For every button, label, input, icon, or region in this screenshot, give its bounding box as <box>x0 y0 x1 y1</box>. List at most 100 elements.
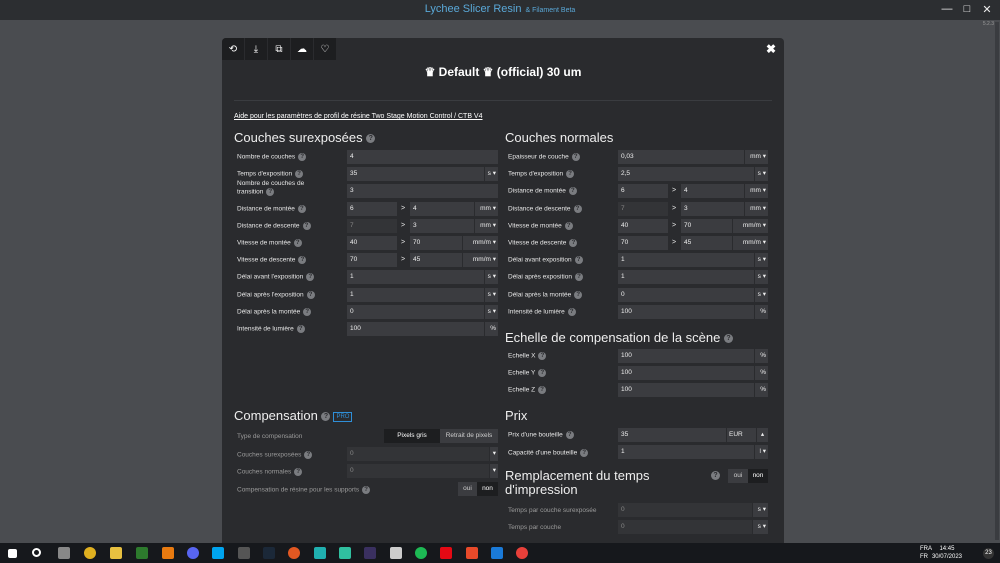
help-icon[interactable]: ? <box>296 325 305 333</box>
unit-select[interactable]: mm ▾ <box>744 150 768 164</box>
field-input[interactable]: 100 <box>618 349 754 363</box>
minimize-button[interactable]: — <box>940 3 954 15</box>
unit-select[interactable]: % <box>754 366 768 381</box>
field-input[interactable]: 2,5 <box>618 167 754 182</box>
help-icon[interactable]: ? <box>568 187 577 196</box>
comp-over-stepper[interactable]: ▾ <box>489 447 498 461</box>
field-input[interactable]: 4 <box>347 150 498 164</box>
help-icon[interactable]: ? <box>711 471 720 480</box>
windows-start-icon[interactable] <box>8 549 17 558</box>
replace-normal-unit[interactable]: s ▾ <box>752 520 768 534</box>
replace-no[interactable]: non <box>748 469 768 483</box>
help-icon[interactable]: ? <box>306 273 315 282</box>
help-icon[interactable]: ? <box>574 273 583 282</box>
unit-select[interactable]: s ▾ <box>484 304 498 319</box>
retrait-pixels-option[interactable]: Retrait de pixels <box>440 429 498 443</box>
maximize-button[interactable]: □ <box>960 3 974 15</box>
unit-select[interactable]: mm/m ▾ <box>732 218 768 233</box>
field-input[interactable]: 40 <box>618 218 668 233</box>
help-icon[interactable]: ? <box>298 256 307 265</box>
field-input[interactable]: 100 <box>618 366 754 381</box>
unit-select[interactable]: s ▾ <box>754 253 768 268</box>
help-icon[interactable]: ? <box>567 307 576 316</box>
field-input[interactable]: 3 <box>347 184 498 199</box>
task-view-icon[interactable] <box>58 547 70 559</box>
notification-badge[interactable]: 23 <box>983 548 994 559</box>
help-icon[interactable]: ? <box>293 239 302 247</box>
field-input[interactable]: 0,03 <box>618 150 744 164</box>
field-input[interactable]: 6 <box>618 184 668 199</box>
help-icon[interactable]: ? <box>366 134 376 144</box>
field-input[interactable]: 1 <box>618 253 754 268</box>
field-input[interactable]: 1 <box>618 270 754 285</box>
unit-select[interactable]: s ▾ <box>484 270 498 285</box>
field-input[interactable]: 7 <box>347 218 397 233</box>
field-input[interactable]: 40 <box>347 236 397 250</box>
download-icon[interactable]: ⤓ <box>245 38 268 60</box>
help-icon[interactable]: ? <box>306 290 315 299</box>
capacity-unit-select[interactable]: l ▾ <box>754 445 768 459</box>
help-icon[interactable]: ? <box>538 352 547 360</box>
help-icon[interactable]: ? <box>574 256 583 265</box>
field-input[interactable]: 0 <box>618 287 754 302</box>
field-input[interactable]: 0 <box>347 304 484 319</box>
help-icon[interactable]: ? <box>571 153 580 161</box>
help-icon[interactable]: ? <box>298 153 307 161</box>
clock[interactable]: 14:45 30/07/2023 <box>932 545 962 561</box>
search-icon[interactable] <box>32 548 41 557</box>
unit-select[interactable]: s ▾ <box>754 270 768 285</box>
help-icon[interactable]: ? <box>321 412 331 422</box>
comp-normal-input[interactable]: 0 <box>347 464 489 478</box>
bottle-price-input[interactable]: 35 <box>618 428 726 442</box>
unit-select[interactable]: s ▾ <box>484 167 498 182</box>
help-link[interactable]: Aide pour les paramètres de profil de ré… <box>234 113 483 120</box>
field-input[interactable]: 70 <box>347 253 397 268</box>
heart-icon[interactable]: ♡ <box>314 38 337 60</box>
field-input-second[interactable]: 4 <box>681 184 744 199</box>
app-teal-icon[interactable] <box>314 547 326 559</box>
field-input[interactable]: 7 <box>618 201 668 216</box>
unit-select[interactable]: mm/m ▾ <box>732 236 768 250</box>
netflix-icon[interactable] <box>440 547 452 559</box>
field-input[interactable]: 100 <box>618 383 754 398</box>
unit-select[interactable]: s ▾ <box>754 287 768 302</box>
replace-over-input[interactable]: 0 <box>618 503 752 517</box>
app-c-icon[interactable] <box>212 547 224 559</box>
replace-normal-input[interactable]: 0 <box>618 520 752 534</box>
help-icon[interactable]: ? <box>564 221 573 230</box>
app-green-icon[interactable] <box>339 547 351 559</box>
help-icon[interactable]: ? <box>538 386 547 395</box>
help-icon[interactable]: ? <box>302 221 311 230</box>
app-flame-icon[interactable] <box>288 547 300 559</box>
help-icon[interactable]: ? <box>573 204 582 213</box>
close-window-button[interactable]: ✕ <box>980 3 994 16</box>
field-input[interactable]: 1 <box>347 270 484 285</box>
unit-select[interactable]: % <box>754 304 768 319</box>
unit-select[interactable]: s ▾ <box>754 167 768 182</box>
field-input-second[interactable]: 3 <box>681 201 744 216</box>
help-icon[interactable]: ? <box>266 188 275 197</box>
currency-dropdown[interactable]: ▴ <box>756 428 768 442</box>
app-purple-icon[interactable] <box>364 547 376 559</box>
close-dialog-button[interactable]: ✖ <box>766 42 776 56</box>
lychee-icon[interactable] <box>516 547 528 559</box>
field-input[interactable]: 6 <box>347 201 397 216</box>
comp-over-input[interactable]: 0 <box>347 447 489 461</box>
unit-select[interactable]: mm ▾ <box>744 184 768 199</box>
unit-select[interactable]: % <box>754 383 768 398</box>
field-input[interactable]: 1 <box>347 287 484 302</box>
scrollbar[interactable] <box>995 22 999 540</box>
app-blue-icon[interactable] <box>491 547 503 559</box>
help-icon[interactable]: ? <box>295 170 304 179</box>
steam-icon[interactable] <box>263 547 275 559</box>
app-orange-icon[interactable] <box>466 547 478 559</box>
help-icon[interactable]: ? <box>566 170 575 179</box>
unit-select[interactable]: mm ▾ <box>744 201 768 216</box>
help-icon[interactable]: ? <box>574 290 583 299</box>
nvidia-icon[interactable] <box>136 547 148 559</box>
explorer-icon[interactable] <box>110 547 122 559</box>
app-icon[interactable] <box>162 547 174 559</box>
comp-normal-stepper[interactable]: ▾ <box>489 464 498 478</box>
unit-select[interactable]: mm/m ▾ <box>462 253 498 268</box>
comp-support-yes[interactable]: oui <box>458 482 477 496</box>
